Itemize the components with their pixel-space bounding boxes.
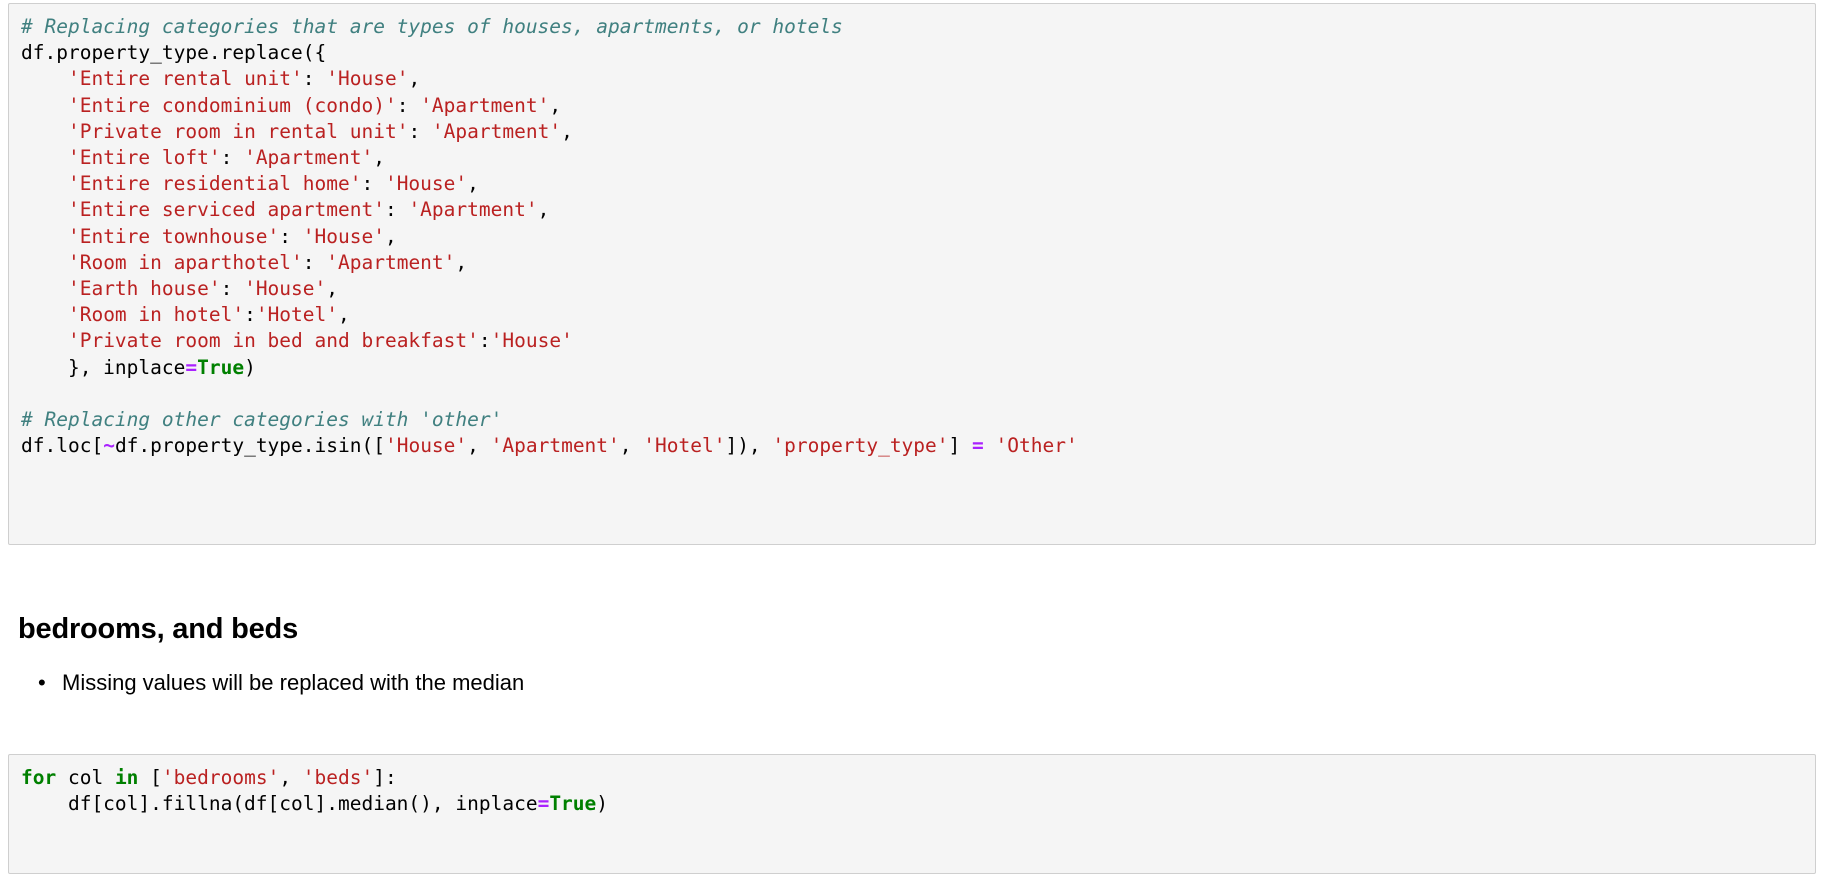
- code-token-string: 'bedrooms': [161, 766, 280, 789]
- code-token-plain: df.property_type.isin([: [114, 434, 385, 458]
- code-token-keyword-constant: True: [197, 355, 245, 379]
- code-token-plain: :: [220, 277, 245, 301]
- code-token-plain: df.loc[: [21, 434, 104, 458]
- code-token-plain: ,: [619, 434, 644, 458]
- code-token-operator: ~: [103, 434, 115, 458]
- code-token-plain: [: [138, 766, 162, 789]
- code-token-string: 'House': [384, 172, 468, 196]
- code-token-plain: df.property_type.replace({: [21, 41, 327, 65]
- code-token-plain: ]),: [725, 434, 773, 458]
- code-token-plain: ,: [467, 434, 491, 458]
- code-token-string: 'Hotel': [255, 303, 339, 327]
- code-token-plain: ]: [948, 434, 973, 458]
- code-token-string: 'Hotel': [643, 434, 726, 458]
- code-token-string: 'property_type': [772, 434, 949, 458]
- notebook-page: # Replacing categories that are types of…: [0, 0, 1824, 874]
- code-token-plain: :: [384, 198, 409, 222]
- code-token-string: 'Entire townhouse': [67, 224, 280, 248]
- code-token-operator: =: [185, 355, 198, 379]
- code-token-keyword-constant: True: [549, 792, 597, 816]
- code-token-string: 'Apartment': [431, 119, 562, 143]
- code-token-plain: :: [361, 172, 385, 196]
- code-token-string: 'Apartment': [490, 434, 620, 458]
- code-token-plain: :: [408, 119, 432, 143]
- code-token-string: 'Entire residential home': [67, 172, 362, 196]
- code-token-string: 'Apartment': [244, 146, 374, 170]
- list-item: Missing values will be replaced with the…: [38, 668, 524, 698]
- code-token-comment: # Replacing other categories with 'other…: [21, 408, 503, 432]
- code-token-plain: ,: [537, 198, 550, 222]
- code-token-string: 'Private room in bed and breakfast': [67, 329, 479, 353]
- code-token-string: 'Apartment': [420, 93, 550, 117]
- code-token-string: 'Earth house': [67, 277, 221, 301]
- code-token-string: 'Other': [995, 434, 1078, 458]
- code-block-property-type-replace[interactable]: # Replacing categories that are types of…: [8, 3, 1816, 545]
- code-token-plain: :: [279, 224, 303, 248]
- notes-bullet-list: Missing values will be replaced with the…: [0, 668, 524, 698]
- code-token-plain: :: [302, 250, 327, 274]
- code-token-plain: }, inplace: [21, 355, 186, 379]
- code-token-plain: :: [396, 93, 421, 117]
- code-token-string: 'House': [384, 434, 468, 458]
- code-token-operator: =: [537, 792, 550, 816]
- code-token-plain: ,: [279, 766, 303, 789]
- code-token-plain: ,: [467, 172, 479, 196]
- code-token-plain: :: [244, 303, 256, 327]
- code-token-string: 'House': [302, 224, 385, 248]
- code-token-string: 'Apartment': [408, 198, 538, 222]
- code-content: for col in ['bedrooms', 'beds']: df[col]…: [9, 755, 1815, 827]
- code-token-plain: ,: [455, 250, 468, 274]
- code-token-plain: ,: [408, 67, 421, 91]
- code-token-string: 'Entire serviced apartment': [67, 198, 385, 222]
- code-token-string: 'Entire condominium (condo)': [67, 93, 397, 117]
- code-token-string: 'Room in hotel': [67, 303, 245, 327]
- code-token-string: 'Entire rental unit': [67, 67, 303, 91]
- code-token-plain: col: [56, 766, 115, 789]
- code-token-plain: ,: [373, 146, 385, 170]
- code-token-keyword: in: [114, 766, 139, 789]
- code-token-string: 'Entire loft': [67, 146, 221, 170]
- code-token-plain: df[col].fillna(df[col].median(), inplace: [21, 792, 538, 816]
- code-token-plain: ): [596, 792, 609, 816]
- code-token-plain: :: [220, 146, 245, 170]
- code-token-string: 'Apartment': [326, 250, 456, 274]
- code-token-plain: ): [244, 355, 256, 379]
- code-token-keyword: for: [21, 766, 57, 789]
- code-token-string: 'House': [326, 67, 409, 91]
- code-token-string: 'House': [490, 329, 573, 353]
- code-token-plain: :: [478, 329, 491, 353]
- code-token-comment: # Replacing categories that are types of…: [21, 15, 843, 38]
- code-token-plain: ,: [561, 119, 573, 143]
- code-token-plain: ,: [384, 224, 397, 248]
- code-block-fillna-median[interactable]: for col in ['bedrooms', 'beds']: df[col]…: [8, 754, 1816, 874]
- code-token-plain: :: [302, 67, 327, 91]
- code-token-string: 'Room in aparthotel': [67, 250, 303, 274]
- section-heading-bedrooms-and-beds: bedrooms, and beds: [18, 613, 298, 645]
- code-token-string: 'Private room in rental unit': [67, 119, 409, 143]
- code-content: # Replacing categories that are types of…: [9, 4, 1815, 469]
- code-token-operator: =: [972, 434, 984, 458]
- code-token-plain: ,: [338, 303, 350, 327]
- code-token-string: 'House': [244, 277, 327, 301]
- code-token-plain: ,: [326, 277, 339, 301]
- code-token-string: 'beds': [302, 766, 374, 789]
- code-token-plain: ]:: [373, 766, 397, 789]
- code-token-plain: ,: [549, 93, 562, 117]
